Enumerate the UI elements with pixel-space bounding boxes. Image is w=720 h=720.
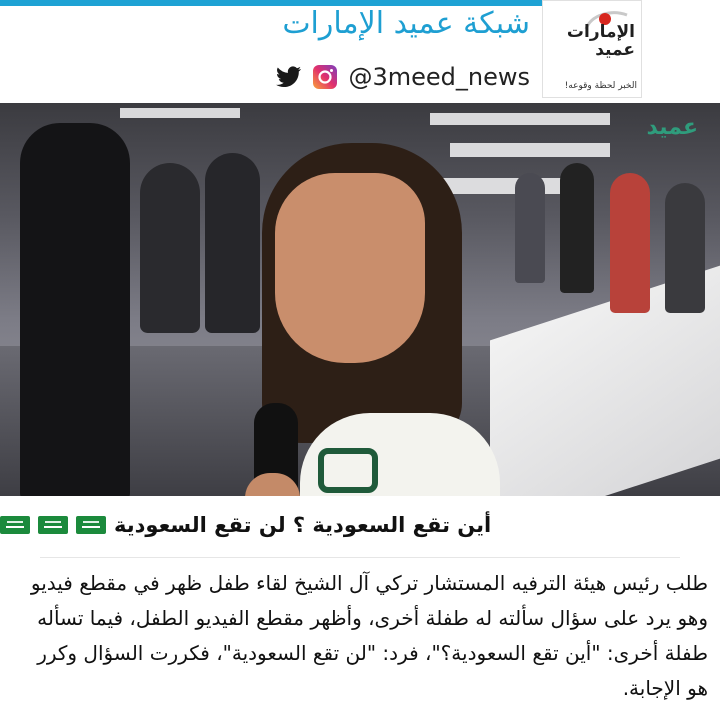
video-watermark: عميد <box>646 115 698 140</box>
ceiling-light <box>430 113 610 125</box>
person-silhouette <box>515 173 545 283</box>
ceiling-light <box>120 108 240 118</box>
person-silhouette <box>665 183 705 313</box>
logo-tagline: الخبر لحظة وقوعه! <box>564 81 637 91</box>
site-title: شبكة عميد الإمارات <box>282 6 530 41</box>
social-row: @3meed_news <box>276 60 530 94</box>
person-silhouette <box>20 123 130 496</box>
girl-face <box>275 173 425 363</box>
person-silhouette <box>205 153 260 333</box>
divider <box>40 557 680 558</box>
instagram-icon[interactable] <box>312 64 338 90</box>
headline-row: أين تقع السعودية ؟ لن تقع السعودية <box>0 500 720 550</box>
article-headline: أين تقع السعودية ؟ لن تقع السعودية <box>114 513 492 537</box>
person-silhouette <box>560 163 594 293</box>
saudi-flag-icon <box>76 516 106 534</box>
saudi-flag-icon <box>0 516 30 534</box>
saudi-flag-icon <box>38 516 68 534</box>
logo-name-line2: عميد <box>595 40 635 60</box>
article-body: طلب رئيس هيئة الترفيه المستشار تركي آل ا… <box>30 571 708 700</box>
twitter-icon[interactable] <box>276 64 302 90</box>
brand-logo: الإمارات عميد الخبر لحظة وقوعه! <box>542 0 642 98</box>
header-banner: شبكة عميد الإمارات @3meed_news الإمارات … <box>0 0 720 103</box>
social-handle: @3meed_news <box>348 63 530 91</box>
video-frame[interactable]: عميد <box>0 103 720 496</box>
header-right-strip <box>642 0 720 103</box>
logo-name-line1: الإمارات <box>566 22 635 42</box>
shirt-print <box>318 448 378 493</box>
person-silhouette <box>140 163 200 333</box>
ceiling-light <box>450 143 610 157</box>
logo-name: الإمارات عميد <box>567 23 635 59</box>
person-silhouette <box>610 173 650 313</box>
